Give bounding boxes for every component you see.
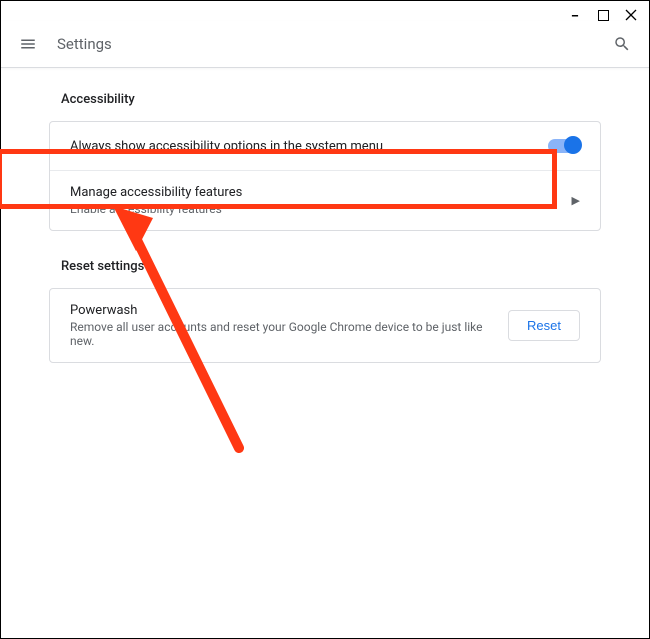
always-show-toggle[interactable]	[548, 139, 580, 153]
reset-card: Powerwash Remove all user accounts and r…	[49, 288, 601, 363]
accessibility-section-title: Accessibility	[49, 92, 601, 107]
app-header: Settings	[1, 21, 649, 68]
chevron-right-icon: ▶	[572, 194, 580, 207]
manage-features-sublabel: Enable accessibility features	[70, 202, 572, 216]
powerwash-row: Powerwash Remove all user accounts and r…	[50, 289, 600, 362]
manage-features-label: Manage accessibility features	[70, 185, 572, 200]
always-show-label: Always show accessibility options in the…	[70, 139, 548, 154]
window-controls: _	[567, 7, 639, 23]
row-text: Powerwash Remove all user accounts and r…	[70, 303, 508, 348]
search-icon[interactable]	[613, 35, 631, 53]
reset-button[interactable]: Reset	[508, 310, 580, 341]
powerwash-sublabel: Remove all user accounts and reset your …	[70, 320, 508, 348]
always-show-accessibility-row[interactable]: Always show accessibility options in the…	[50, 122, 600, 170]
accessibility-card: Always show accessibility options in the…	[49, 121, 601, 231]
menu-icon[interactable]	[19, 35, 37, 53]
reset-section-title: Reset settings	[49, 259, 601, 274]
close-button[interactable]	[623, 7, 639, 23]
manage-accessibility-features-row[interactable]: Manage accessibility features Enable acc…	[50, 170, 600, 230]
row-text: Manage accessibility features Enable acc…	[70, 185, 572, 216]
row-text: Always show accessibility options in the…	[70, 139, 548, 154]
settings-content: Accessibility Always show accessibility …	[1, 68, 649, 387]
powerwash-label: Powerwash	[70, 303, 508, 318]
maximize-button[interactable]	[595, 7, 611, 23]
minimize-button[interactable]: _	[567, 3, 583, 19]
page-title: Settings	[57, 35, 613, 53]
